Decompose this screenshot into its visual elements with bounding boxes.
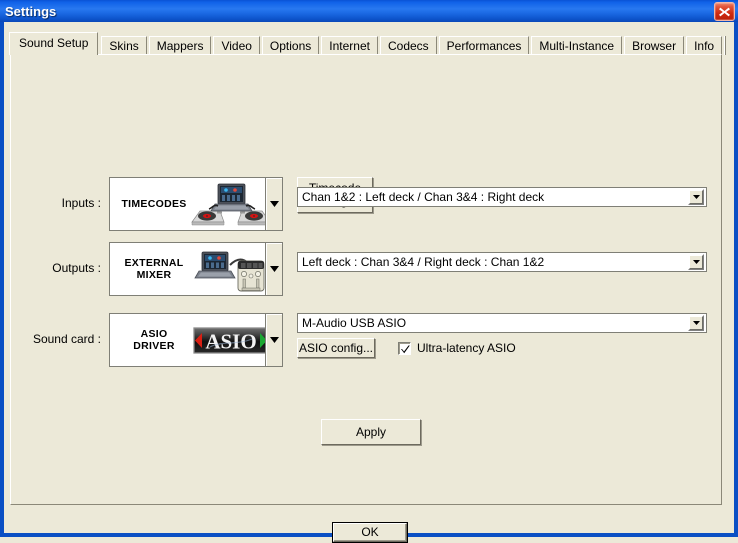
- tab-label: Mappers: [156, 39, 204, 53]
- title-bar: Settings: [0, 0, 738, 22]
- ultra-latency-label: Ultra-latency ASIO: [417, 341, 516, 355]
- settings-window: Settings Sound Setup Skins Mappers Video…: [0, 0, 738, 543]
- tab-browser[interactable]: Browser: [624, 36, 685, 55]
- tab-label: Performances: [446, 39, 522, 53]
- tab-strip-end: [724, 36, 727, 55]
- tab-video[interactable]: Video: [213, 36, 260, 55]
- asio-config-button[interactable]: ASIO config...: [297, 338, 375, 358]
- checkbox-box[interactable]: [398, 341, 411, 355]
- ok-button-inner: OK: [333, 523, 407, 542]
- inputs-mode-dropdown-arrow[interactable]: [265, 178, 282, 230]
- sound-card-value: M-Audio USB ASIO: [302, 316, 407, 330]
- ok-label: OK: [361, 525, 379, 539]
- ultra-latency-checkbox[interactable]: Ultra-latency ASIO: [398, 341, 516, 355]
- tab-strip: Sound Setup Skins Mappers Video Options …: [9, 32, 728, 55]
- tab-label: Codecs: [387, 39, 429, 53]
- tab-info[interactable]: Info: [686, 36, 723, 55]
- tab-label: Info: [694, 39, 715, 53]
- close-icon[interactable]: [714, 2, 735, 21]
- outputs-mode-combo[interactable]: EXTERNAL MIXER: [109, 242, 283, 296]
- tab-skins[interactable]: Skins: [101, 36, 147, 55]
- tab-performances[interactable]: Performances: [438, 36, 530, 55]
- tab-label: Sound Setup: [19, 36, 89, 50]
- ok-button[interactable]: OK: [332, 522, 408, 543]
- outputs-mode-text: EXTERNAL MIXER: [124, 257, 184, 281]
- outputs-mode-dropdown-arrow[interactable]: [265, 243, 282, 295]
- tab-label: Browser: [632, 39, 677, 53]
- tab-label: Skins: [109, 39, 139, 53]
- checkmark-icon: [401, 345, 410, 353]
- sound-card-driver-text: ASIO DRIVER: [133, 328, 175, 352]
- sound-card-preview: ASIO DRIVER ASIO: [110, 314, 265, 366]
- asio-config-label: ASIO config...: [298, 340, 374, 355]
- inputs-channel-value: Chan 1&2 : Left deck / Chan 3&4 : Right …: [302, 190, 545, 204]
- turntables-laptop-icon: [190, 178, 265, 230]
- outputs-label: Outputs :: [52, 261, 101, 275]
- sound-card-label: Sound card :: [32, 332, 101, 346]
- apply-label: Apply: [355, 424, 387, 439]
- sound-card-dropdown[interactable]: M-Audio USB ASIO: [297, 313, 707, 333]
- close-x-icon: [719, 7, 730, 16]
- sound-card-dropdown-arrow[interactable]: [265, 314, 282, 366]
- tab-options[interactable]: Options: [261, 36, 320, 55]
- inputs-channel-arrow[interactable]: [688, 189, 704, 205]
- tab-label: Multi-Instance: [539, 39, 615, 53]
- bottom-separator: [10, 505, 722, 506]
- tab-multi-instance[interactable]: Multi-Instance: [531, 36, 623, 55]
- tab-internet[interactable]: Internet: [321, 36, 378, 55]
- outputs-channel-dropdown[interactable]: Left deck : Chan 3&4 / Right deck : Chan…: [297, 252, 707, 272]
- inputs-mode-preview: TIMECODES: [110, 178, 265, 230]
- outputs-mode-preview: EXTERNAL MIXER: [110, 243, 265, 295]
- inputs-label: Inputs :: [61, 196, 101, 210]
- inputs-mode-text: TIMECODES: [121, 198, 187, 210]
- window-title: Settings: [5, 3, 57, 19]
- outputs-channel-arrow[interactable]: [688, 254, 704, 270]
- tab-mappers[interactable]: Mappers: [148, 36, 212, 55]
- client-area: Sound Setup Skins Mappers Video Options …: [4, 22, 734, 543]
- inputs-channel-dropdown[interactable]: Chan 1&2 : Left deck / Chan 3&4 : Right …: [297, 187, 707, 207]
- sound-card-driver-combo[interactable]: ASIO DRIVER ASIO: [109, 313, 283, 367]
- apply-button[interactable]: Apply: [321, 419, 421, 445]
- tab-sound-setup[interactable]: Sound Setup: [9, 32, 99, 55]
- laptop-mixer-icon: [190, 243, 265, 295]
- svg-text:ASIO: ASIO: [205, 330, 256, 354]
- outputs-channel-value: Left deck : Chan 3&4 / Right deck : Chan…: [302, 255, 545, 269]
- tab-label: Video: [221, 39, 252, 53]
- sound-setup-panel: Inputs : TIMECODES Chan 1&2: Left deck …: [10, 54, 722, 505]
- tab-label: Options: [269, 39, 312, 53]
- tab-label: Internet: [329, 39, 370, 53]
- asio-logo-icon: ASIO: [190, 314, 265, 366]
- tab-codecs[interactable]: Codecs: [379, 36, 437, 55]
- inputs-mode-combo[interactable]: TIMECODES: [109, 177, 283, 231]
- sound-card-arrow[interactable]: [688, 315, 704, 331]
